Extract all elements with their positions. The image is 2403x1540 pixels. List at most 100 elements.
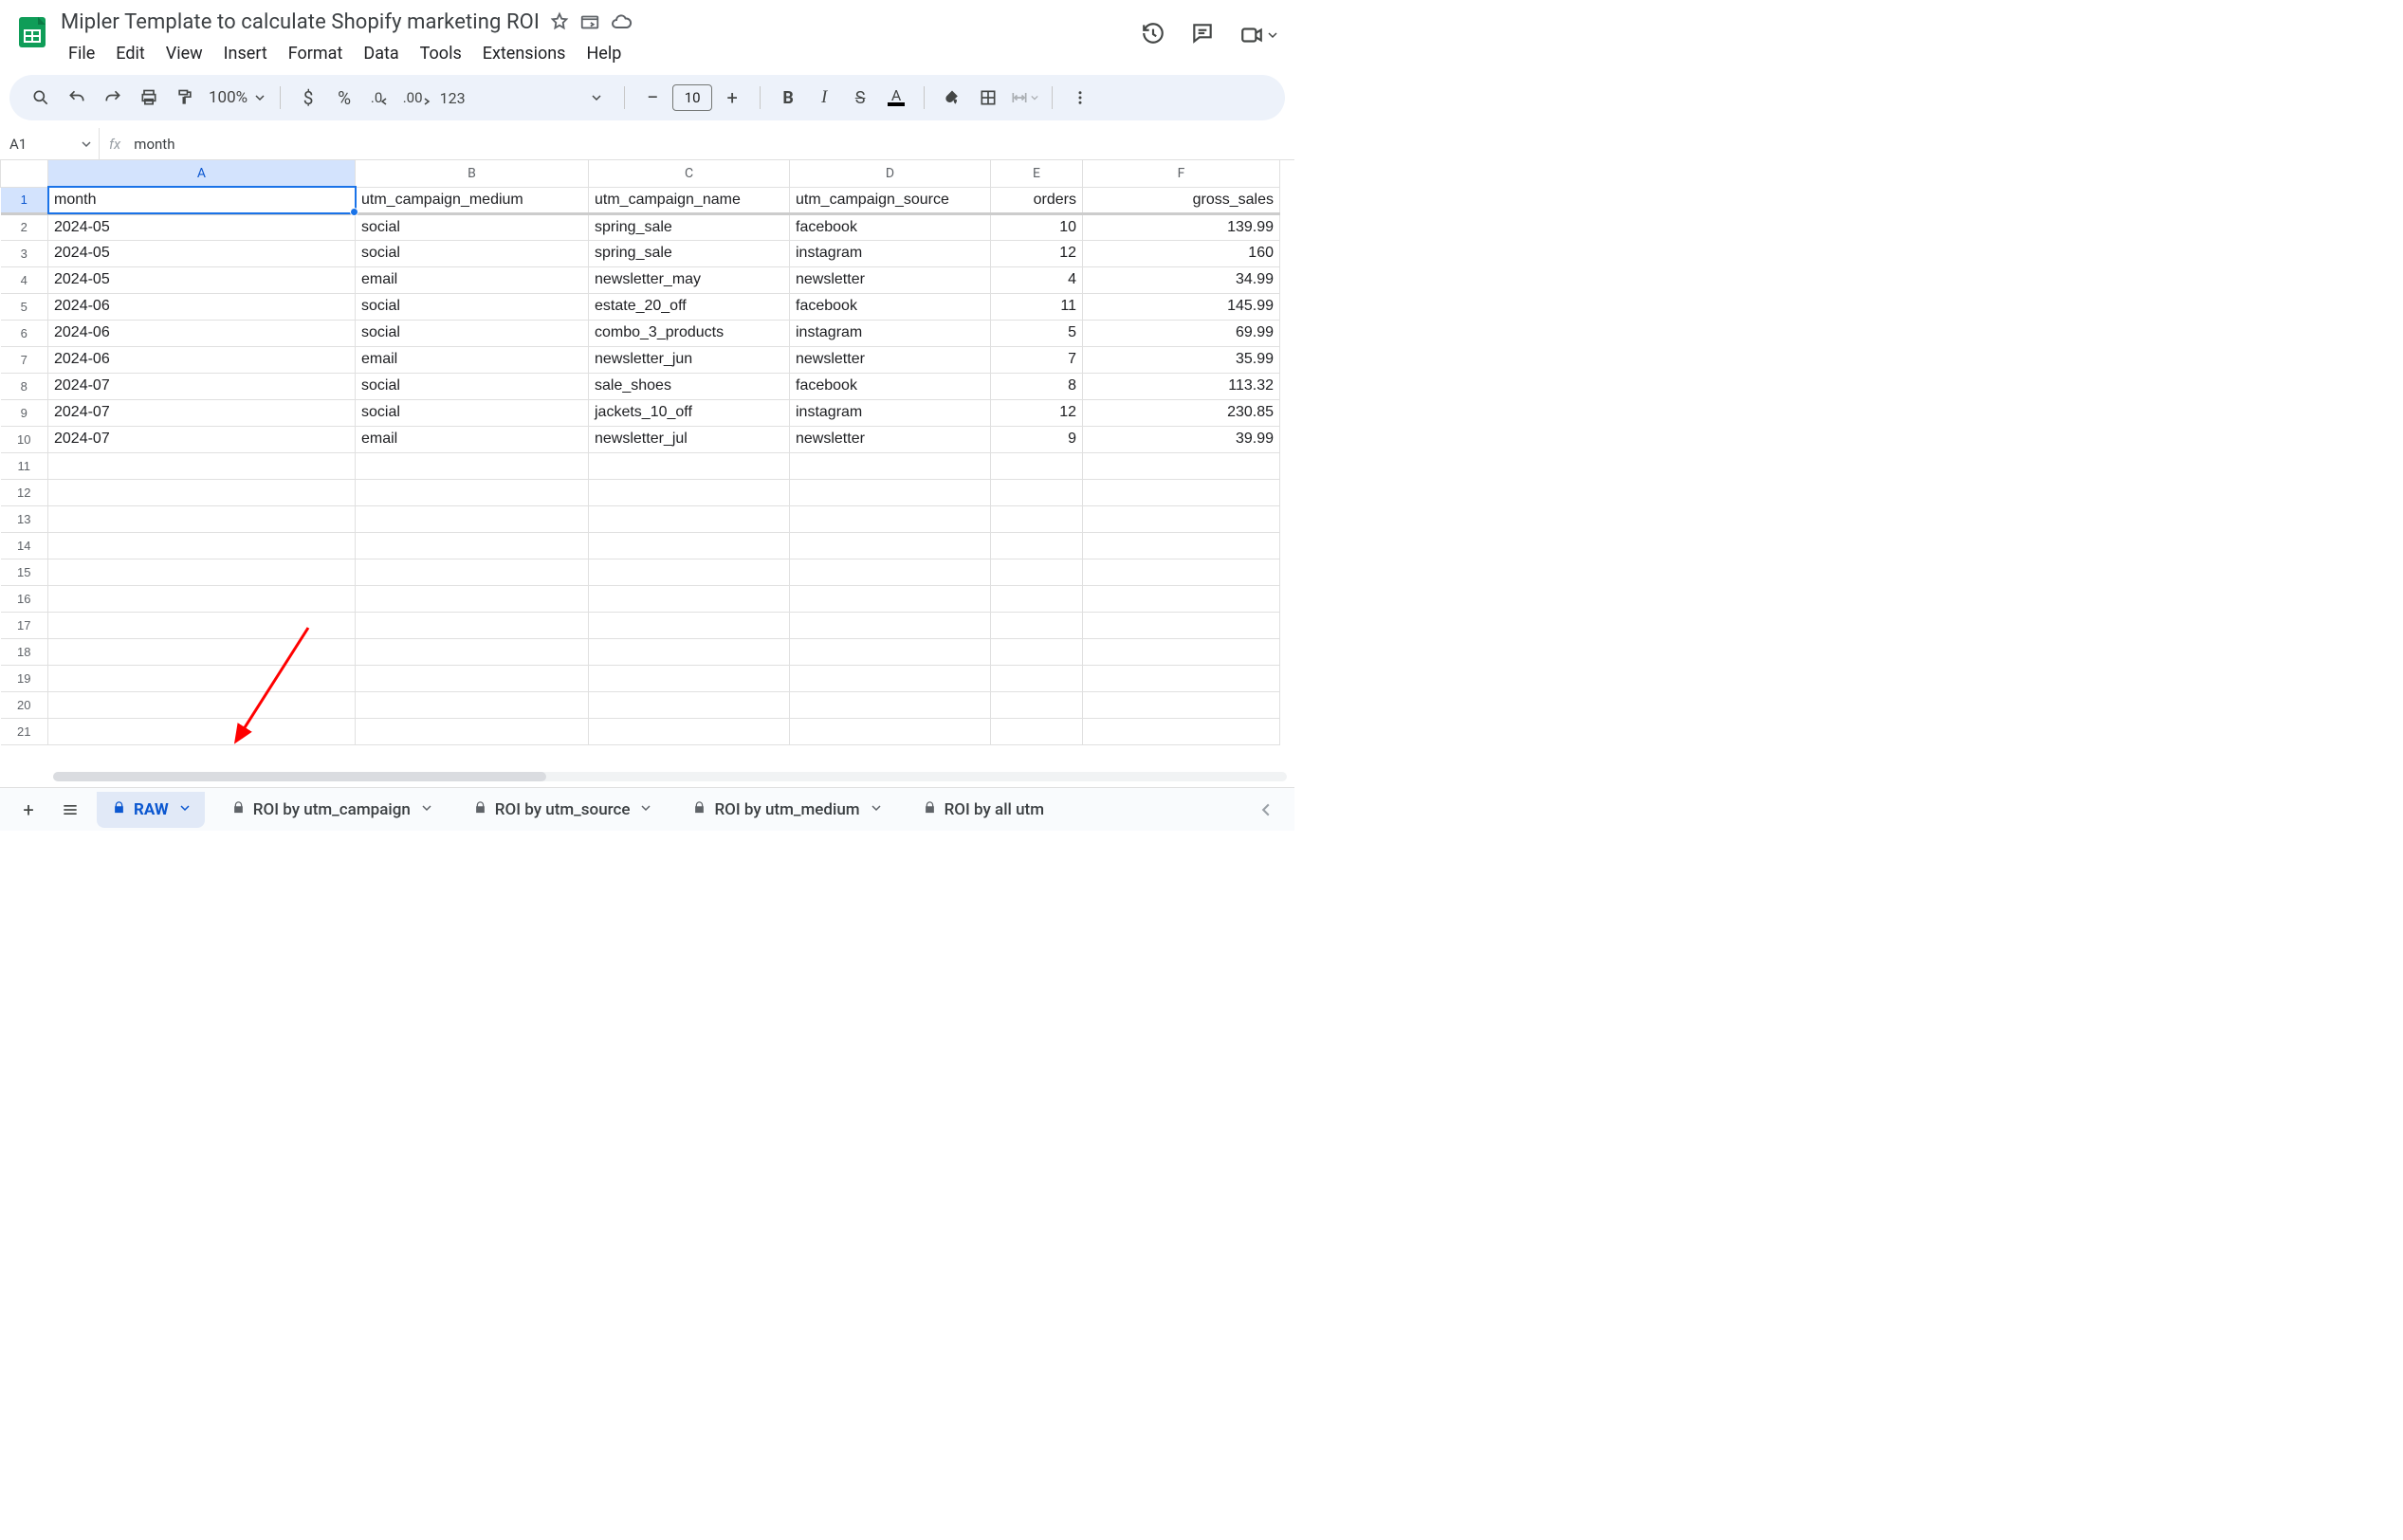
cell[interactable] (1083, 612, 1280, 638)
cell[interactable] (589, 612, 790, 638)
cell[interactable] (589, 505, 790, 532)
row-header[interactable]: 12 (1, 479, 48, 505)
cell[interactable] (1083, 479, 1280, 505)
sheet-tab[interactable]: ROI by utm_source (458, 792, 667, 828)
sheets-logo-icon[interactable] (13, 13, 51, 51)
menu-format[interactable]: Format (279, 40, 353, 67)
search-icon[interactable] (25, 82, 57, 114)
row-header[interactable]: 1 (1, 187, 48, 213)
row-header[interactable]: 11 (1, 452, 48, 479)
menu-help[interactable]: Help (577, 40, 631, 67)
cell[interactable] (991, 559, 1083, 585)
col-header-C[interactable]: C (589, 160, 790, 187)
cell[interactable] (48, 559, 356, 585)
cell[interactable]: 2024-05 (48, 213, 356, 240)
cell[interactable]: 35.99 (1083, 346, 1280, 373)
cell[interactable] (589, 665, 790, 691)
cell[interactable]: 2024-07 (48, 399, 356, 426)
cell[interactable]: social (356, 399, 589, 426)
sheet-tab[interactable]: ROI by utm_campaign (216, 792, 447, 828)
comment-icon[interactable] (1190, 21, 1215, 49)
menu-insert[interactable]: Insert (214, 40, 277, 67)
cell[interactable]: facebook (790, 293, 991, 320)
cell[interactable]: combo_3_products (589, 320, 790, 346)
col-header-F[interactable]: F (1083, 160, 1280, 187)
sheet-tab[interactable]: ROI by utm_medium (677, 792, 895, 828)
cell[interactable]: facebook (790, 213, 991, 240)
cell[interactable]: 9 (991, 426, 1083, 452)
cell[interactable] (48, 612, 356, 638)
sheet-scroll-left[interactable] (1245, 792, 1287, 828)
row-header[interactable]: 21 (1, 718, 48, 744)
menu-view[interactable]: View (156, 40, 212, 67)
cell[interactable]: 12 (991, 399, 1083, 426)
cell[interactable] (1083, 532, 1280, 559)
cell[interactable] (790, 585, 991, 612)
cell[interactable] (991, 479, 1083, 505)
row-header[interactable]: 19 (1, 665, 48, 691)
star-icon[interactable] (549, 11, 570, 32)
cell[interactable] (589, 452, 790, 479)
cell[interactable] (356, 585, 589, 612)
cell[interactable] (48, 479, 356, 505)
row-header[interactable]: 15 (1, 559, 48, 585)
font-dropdown-icon[interactable] (580, 82, 613, 114)
row-header[interactable]: 9 (1, 399, 48, 426)
row-header[interactable]: 8 (1, 373, 48, 399)
cell[interactable]: social (356, 320, 589, 346)
cell[interactable] (790, 612, 991, 638)
cell[interactable]: 10 (991, 213, 1083, 240)
percent-icon[interactable]: % (328, 82, 360, 114)
cell[interactable] (991, 691, 1083, 718)
cell[interactable]: jackets_10_off (589, 399, 790, 426)
cell[interactable]: 139.99 (1083, 213, 1280, 240)
cell[interactable]: 2024-07 (48, 373, 356, 399)
decrease-decimal-icon[interactable]: .0 (364, 82, 396, 114)
cell[interactable]: 2024-05 (48, 240, 356, 266)
cell[interactable] (1083, 638, 1280, 665)
cell[interactable] (356, 532, 589, 559)
font-size-input[interactable]: 10 (672, 84, 712, 111)
row-header[interactable]: 16 (1, 585, 48, 612)
row-header[interactable]: 13 (1, 505, 48, 532)
row-header[interactable]: 18 (1, 638, 48, 665)
cell[interactable]: newsletter_may (589, 266, 790, 293)
cell[interactable] (356, 559, 589, 585)
cell[interactable] (991, 505, 1083, 532)
italic-icon[interactable]: I (808, 82, 840, 114)
chevron-down-icon[interactable] (641, 803, 651, 816)
all-sheets-button[interactable] (49, 792, 91, 828)
more-formats[interactable]: 123 (436, 82, 468, 114)
row-header[interactable]: 6 (1, 320, 48, 346)
sheet-tab[interactable]: ROI by all utm (908, 792, 1059, 828)
cell[interactable]: newsletter (790, 346, 991, 373)
cell[interactable]: orders (991, 187, 1083, 213)
cell[interactable] (589, 691, 790, 718)
cell[interactable]: social (356, 373, 589, 399)
cell[interactable] (1083, 665, 1280, 691)
cell[interactable] (790, 665, 991, 691)
cell[interactable]: newsletter (790, 426, 991, 452)
cell[interactable]: utm_campaign_source (790, 187, 991, 213)
print-icon[interactable] (133, 82, 165, 114)
cell[interactable]: sale_shoes (589, 373, 790, 399)
cell[interactable] (48, 638, 356, 665)
cell[interactable] (1083, 691, 1280, 718)
cell[interactable]: 34.99 (1083, 266, 1280, 293)
cell[interactable] (48, 665, 356, 691)
cell[interactable] (589, 585, 790, 612)
cloud-icon[interactable] (610, 10, 633, 33)
increase-decimal-icon[interactable]: .00 (400, 82, 432, 114)
cell[interactable] (790, 479, 991, 505)
row-header[interactable]: 4 (1, 266, 48, 293)
cell[interactable] (790, 505, 991, 532)
redo-icon[interactable] (97, 82, 129, 114)
cell[interactable]: 2024-05 (48, 266, 356, 293)
cell[interactable] (790, 691, 991, 718)
move-icon[interactable] (579, 11, 600, 32)
history-icon[interactable] (1141, 21, 1165, 49)
cell[interactable]: newsletter (790, 266, 991, 293)
cell[interactable] (356, 479, 589, 505)
cell[interactable]: instagram (790, 240, 991, 266)
row-header[interactable]: 5 (1, 293, 48, 320)
